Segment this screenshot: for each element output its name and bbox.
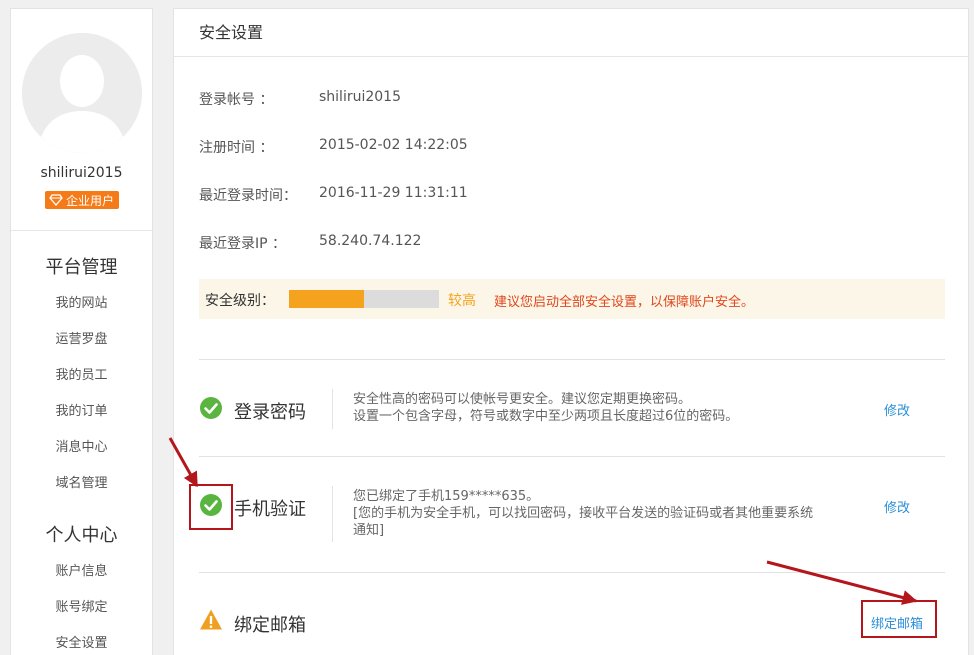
login-account-value: shilirui2015 xyxy=(319,89,401,105)
modify-password-link[interactable]: 修改 xyxy=(884,400,910,419)
login-password-description: 安全性高的密码可以使帐号更安全。建议您定期更换密码。 设置一个包含字母，符号或数… xyxy=(353,391,873,425)
section-title-platform: 平台管理 xyxy=(45,257,118,278)
phone-verification-description: 您已绑定了手机159*****635。 [您的手机为安全手机，可以找回密码，接收… xyxy=(353,488,873,539)
page-title: 安全设置 xyxy=(174,9,968,57)
section-title-personal: 个人中心 xyxy=(45,525,118,546)
sidebar: shilirui2015 企业用户 平台管理 我的网站 运营罗盘 我的员工 我的… xyxy=(10,8,153,655)
login-account-label: 登录帐号 ： xyxy=(199,92,274,108)
diamond-icon xyxy=(49,194,63,206)
last-login-time-label: 最近登录时间： xyxy=(199,188,297,204)
login-password-title: 登录密码 xyxy=(234,402,306,423)
sidebar-item-message-center[interactable]: 消息中心 xyxy=(11,436,152,455)
annotation-highlight-box xyxy=(861,600,937,638)
check-circle-icon xyxy=(200,397,222,419)
last-login-time-value: 2016-11-29 11:31:11 xyxy=(319,185,468,201)
security-level-label: 安全级别： xyxy=(205,293,275,309)
username: shilirui2015 xyxy=(40,165,123,181)
avatar[interactable] xyxy=(22,33,142,153)
divider xyxy=(199,456,945,457)
sidebar-item-operations-compass[interactable]: 运营罗盘 xyxy=(11,328,152,347)
default-avatar-icon xyxy=(22,33,142,153)
sidebar-item-account-info[interactable]: 账户信息 xyxy=(11,560,152,579)
annotation-highlight-box xyxy=(189,484,233,530)
security-level-tip: 建议您启动全部安全设置，以保障账户安全。 xyxy=(494,295,755,310)
sidebar-item-my-orders[interactable]: 我的订单 xyxy=(11,400,152,419)
description-line: 通知] xyxy=(353,523,385,538)
description-line: [您的手机为安全手机，可以找回密码，接收平台发送的验证码或者其他重要系统 xyxy=(353,506,814,521)
enterprise-user-badge: 企业用户 xyxy=(45,191,119,209)
sidebar-item-my-website[interactable]: 我的网站 xyxy=(11,292,152,311)
security-level-text: 较高 xyxy=(448,293,476,309)
phone-verification-title: 手机验证 xyxy=(234,499,306,520)
register-time-label: 注册时间 ： xyxy=(199,140,274,156)
badge-label: 企业用户 xyxy=(66,193,115,208)
divider xyxy=(199,359,945,360)
sidebar-item-domain-management[interactable]: 域名管理 xyxy=(11,472,152,491)
bind-email-title: 绑定邮箱 xyxy=(234,615,306,636)
security-level-bar xyxy=(289,290,439,308)
divider xyxy=(199,572,945,573)
last-login-ip-value: 58.240.74.122 xyxy=(319,233,422,249)
row-separator xyxy=(332,486,333,542)
row-separator xyxy=(332,389,333,429)
sidebar-divider xyxy=(11,230,152,231)
description-line: 您已绑定了手机159*****635。 xyxy=(353,489,540,504)
description-line: 设置一个包含字母，符号或数字中至少两项且长度超过6位的密码。 xyxy=(353,409,739,424)
sidebar-item-my-staff[interactable]: 我的员工 xyxy=(11,364,152,383)
warning-triangle-icon xyxy=(200,609,222,630)
security-settings-panel: 安全设置 登录帐号 ： shilirui2015 注册时间 ： 2015-02-… xyxy=(173,8,969,655)
description-line: 安全性高的密码可以使帐号更安全。建议您定期更换密码。 xyxy=(353,392,692,407)
last-login-ip-label: 最近登录IP ： xyxy=(199,236,287,252)
sidebar-item-security-settings[interactable]: 安全设置 xyxy=(11,632,152,651)
sidebar-item-account-binding[interactable]: 账号绑定 xyxy=(11,596,152,615)
modify-phone-link[interactable]: 修改 xyxy=(884,497,910,516)
security-level-box: 安全级别： 较高 建议您启动全部安全设置，以保障账户安全。 xyxy=(199,279,945,319)
register-time-value: 2015-02-02 14:22:05 xyxy=(319,137,468,153)
security-level-fill xyxy=(289,290,364,308)
